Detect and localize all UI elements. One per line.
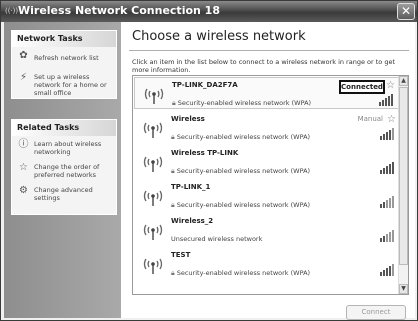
network-row[interactable]: Wireless_2 Unsecured wireless network: [134, 214, 399, 246]
wireless-antenna-icon: [143, 122, 163, 138]
security-label: Unsecured wireless network: [171, 235, 263, 243]
network-security: 🔒︎ Security-enabled wireless network (WPA…: [171, 269, 310, 278]
star-icon: ☆: [19, 162, 28, 173]
wireless-antenna-icon: [143, 156, 163, 172]
task-label: Change advanced settings: [34, 186, 93, 202]
network-name: TP-LINK_1: [171, 183, 211, 191]
scroll-up-button[interactable]: ▲: [399, 76, 408, 86]
signal-strength-icon: [380, 128, 394, 140]
window-title: Wireless Network Connection 18: [18, 4, 220, 17]
security-label: Security-enabled wireless network (WPA): [176, 201, 311, 209]
network-security: Unsecured wireless network: [171, 235, 262, 243]
learn-about-wireless-task[interactable]: ⓘ Learn about wireless networking: [12, 136, 116, 159]
network-row[interactable]: Wireless 🔒︎ Security-enabled wireless netw…: [134, 112, 399, 144]
setup-wireless-network-task[interactable]: ⚡ Set up a wireless network for a home o…: [12, 69, 116, 100]
lock-icon: 🔒︎: [171, 133, 175, 141]
close-button[interactable]: ✕: [397, 3, 415, 20]
task-label: Set up a wireless network for a home or …: [34, 73, 107, 97]
signal-strength-icon: [380, 162, 394, 174]
network-name: Wireless: [171, 115, 205, 123]
wireless-antenna-icon: [143, 224, 163, 240]
wireless-antenna-icon: [143, 190, 163, 206]
instructions-text: Click an item in the list below to conne…: [132, 58, 396, 74]
task-label: Learn about wireless networking: [34, 140, 102, 156]
network-security: 🔒︎ Security-enabled wireless network (WPA…: [172, 99, 311, 108]
security-label: Security-enabled wireless network (WPA): [176, 167, 311, 175]
refresh-icon: ✿: [19, 50, 28, 61]
network-security: 🔒︎ Security-enabled wireless network (WPA…: [171, 167, 310, 176]
change-order-preferred-task[interactable]: ☆ Change the order of preferred networks: [12, 159, 116, 182]
network-list[interactable]: TP-LINK_DA2F7A 🔒︎ Security-enabled wireles…: [132, 75, 409, 295]
scrollbar[interactable]: ▲ ▼: [398, 76, 408, 294]
signal-strength-icon: [380, 196, 394, 208]
preferred-star-icon: ☆: [386, 80, 395, 91]
related-tasks-header[interactable]: Related Tasks: [12, 120, 116, 136]
info-icon: ⓘ: [18, 139, 29, 150]
main-content: Choose a wireless network Click an item …: [121, 22, 415, 320]
signal-strength-icon: [380, 230, 394, 242]
lock-icon: 🔒︎: [172, 99, 176, 107]
network-tasks-header[interactable]: Network Tasks: [12, 31, 116, 47]
connected-status-badge: Connected: [339, 80, 385, 94]
task-label: Change the order of preferred networks: [34, 163, 100, 179]
network-row[interactable]: TEST 🔒︎ Security-enabled wireless network …: [134, 248, 399, 280]
signal-strength-icon: [380, 264, 394, 276]
network-status: Manual: [357, 115, 383, 123]
network-name: Wireless_2: [171, 217, 214, 225]
page-title: Choose a wireless network: [132, 29, 306, 44]
setup-wizard-icon: ⚡: [19, 72, 28, 83]
task-label: Refresh network list: [34, 54, 99, 62]
security-label: Security-enabled wireless network (WPA): [177, 99, 312, 107]
connect-button[interactable]: Connect: [346, 305, 406, 320]
related-tasks-panel: Related Tasks ⓘ Learn about wireless net…: [11, 119, 117, 215]
wireless-signal-icon: ((·)): [5, 7, 19, 15]
title-bar[interactable]: ((·)) Wireless Network Connection 18 ✕: [1, 1, 417, 22]
signal-strength-icon: [379, 94, 393, 106]
scroll-down-button[interactable]: ▼: [399, 284, 408, 294]
network-name: Wireless TP-LINK: [171, 149, 239, 157]
network-name: TEST: [171, 251, 191, 259]
settings-icon: ⚙: [19, 185, 28, 196]
divider: [129, 50, 409, 51]
wireless-antenna-icon: [144, 88, 164, 104]
network-security: 🔒︎ Security-enabled wireless network (WPA…: [171, 133, 310, 142]
network-row[interactable]: TP-LINK_1 🔒︎ Security-enabled wireless net…: [134, 180, 399, 212]
scroll-thumb[interactable]: [399, 87, 408, 265]
lock-icon: 🔒︎: [171, 167, 175, 175]
network-row[interactable]: TP-LINK_DA2F7A 🔒︎ Security-enabled wireles…: [134, 77, 399, 109]
network-tasks-panel: Network Tasks ✿ Refresh network list ⚡ S…: [11, 30, 117, 99]
wireless-antenna-icon: [143, 258, 163, 274]
network-row[interactable]: Wireless TP-LINK 🔒︎ Security-enabled wirel…: [134, 146, 399, 178]
security-label: Security-enabled wireless network (WPA): [176, 133, 311, 141]
lock-icon: 🔒︎: [171, 201, 175, 209]
refresh-network-list-task[interactable]: ✿ Refresh network list: [12, 47, 116, 69]
task-pane: Network Tasks ✿ Refresh network list ⚡ S…: [4, 22, 121, 318]
security-label: Security-enabled wireless network (WPA): [176, 269, 311, 277]
change-advanced-settings-task[interactable]: ⚙ Change advanced settings: [12, 182, 116, 205]
wireless-network-window: ((·)) Wireless Network Connection 18 ✕ N…: [0, 0, 418, 321]
network-security: 🔒︎ Security-enabled wireless network (WPA…: [171, 201, 310, 210]
network-name: TP-LINK_DA2F7A: [172, 81, 238, 89]
lock-icon: 🔒︎: [171, 269, 175, 277]
preferred-star-icon: ☆: [387, 114, 396, 125]
